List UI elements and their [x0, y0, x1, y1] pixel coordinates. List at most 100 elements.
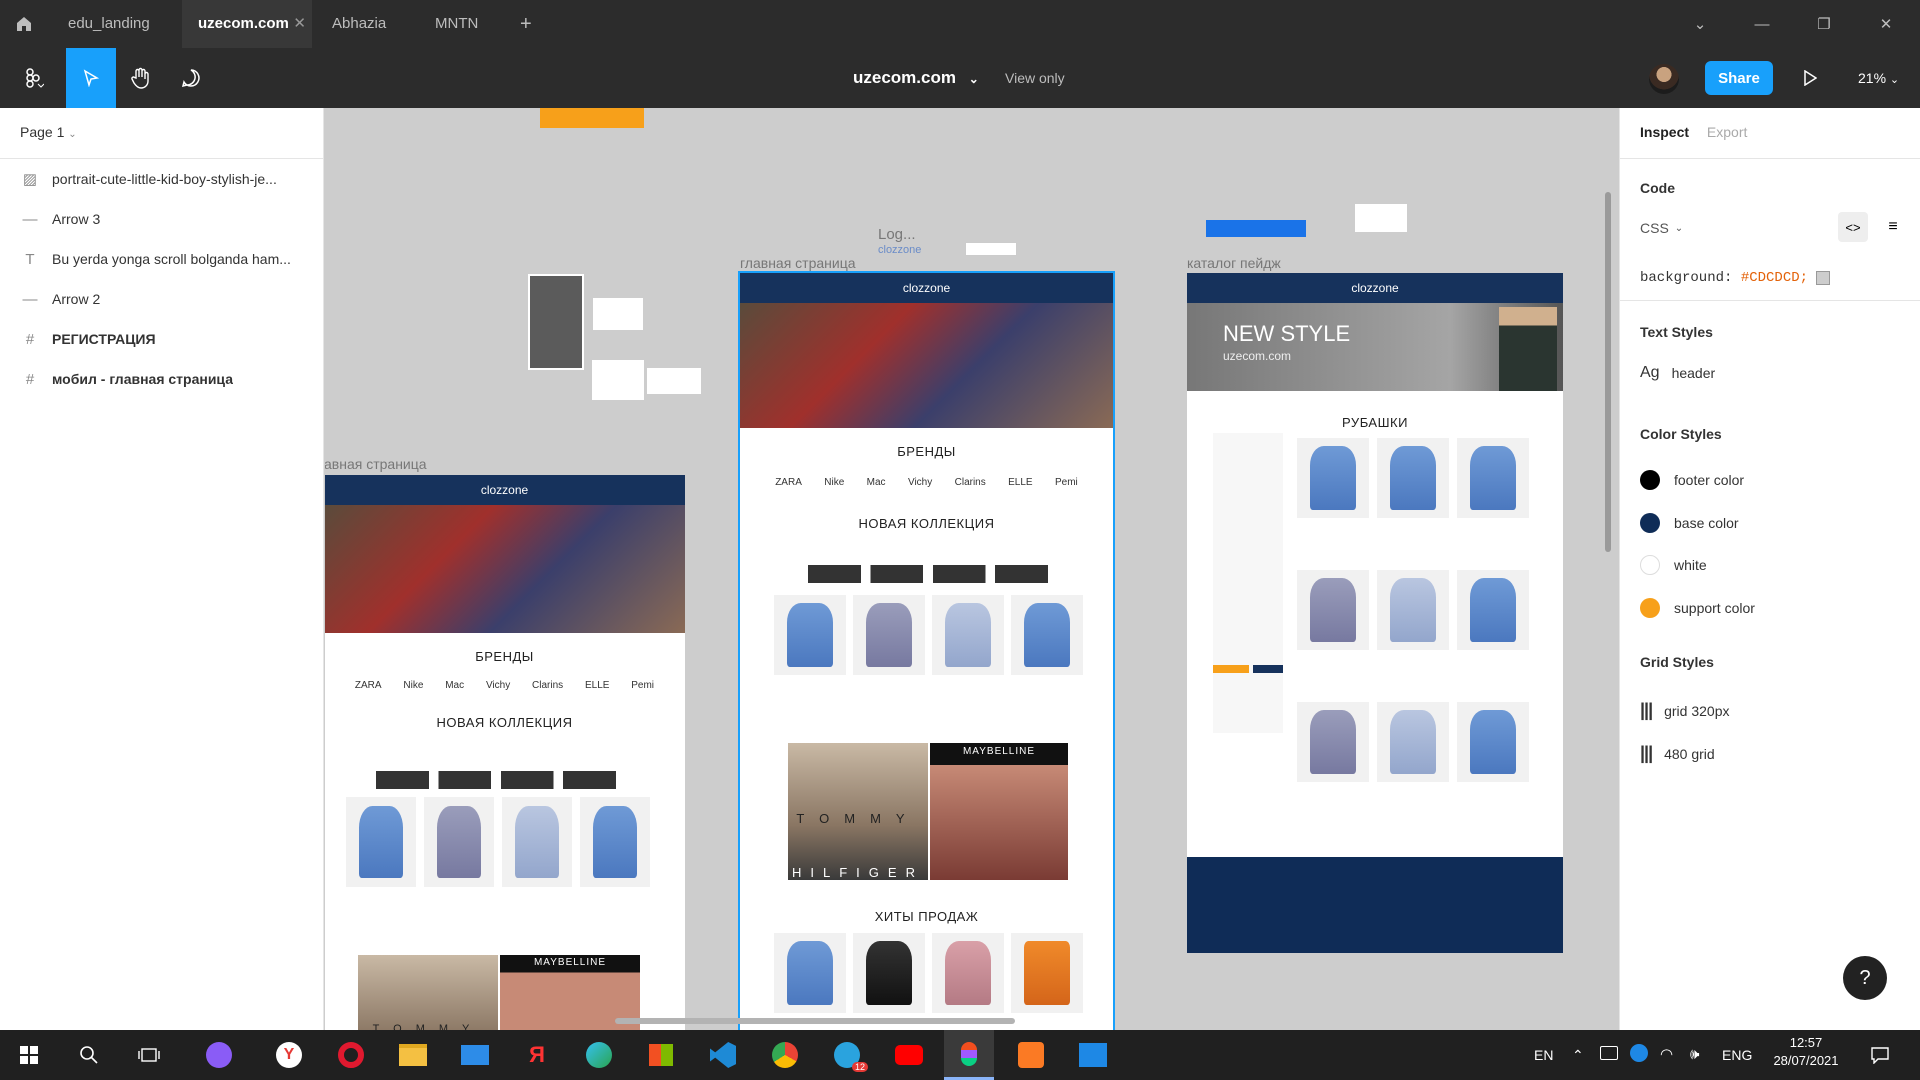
youtube-icon[interactable]	[884, 1030, 934, 1080]
home-icon[interactable]	[0, 0, 48, 48]
volume-icon[interactable]: 🕪	[1690, 1030, 1699, 1080]
product-card[interactable]	[1297, 702, 1369, 782]
color-style-item[interactable]: support color	[1640, 598, 1755, 618]
tab-mntn[interactable]: MNTN	[435, 0, 505, 48]
layer-item[interactable]: T Bu yerda yonga scroll bolganda ham...	[0, 239, 323, 279]
tab-uzecom[interactable]: uzecom.com ✕	[182, 0, 312, 48]
menu-mock[interactable]	[593, 298, 643, 330]
layer-item[interactable]: — Arrow 2	[0, 279, 323, 319]
product-card[interactable]	[932, 933, 1004, 1013]
move-tool-icon[interactable]	[66, 48, 116, 108]
product-card[interactable]	[580, 797, 650, 887]
orange-rect[interactable]	[540, 108, 644, 128]
dropdown-mock[interactable]	[1355, 204, 1407, 232]
share-button[interactable]: Share	[1705, 61, 1773, 95]
help-button[interactable]: ?	[1843, 956, 1887, 1000]
vscode-icon[interactable]	[698, 1030, 748, 1080]
chevron-up-icon[interactable]: ⌃	[1572, 1030, 1584, 1080]
product-card[interactable]	[853, 595, 925, 675]
input-language-short[interactable]: EN	[1534, 1030, 1553, 1080]
search-mock[interactable]	[965, 242, 1017, 256]
task-view-icon[interactable]	[124, 1030, 174, 1080]
edge-icon[interactable]	[574, 1030, 624, 1080]
alice-icon[interactable]	[194, 1030, 244, 1080]
page-selector[interactable]: Page 1 ⌄	[20, 124, 77, 140]
tab-edu-landing[interactable]: edu_landing	[62, 0, 172, 48]
search-icon[interactable]	[64, 1030, 114, 1080]
blue-rect[interactable]	[1206, 220, 1306, 237]
product-card[interactable]	[1297, 570, 1369, 650]
mail-icon[interactable]	[450, 1030, 500, 1080]
vertical-scrollbar[interactable]	[1605, 192, 1611, 552]
frame-main-page-center[interactable]: clozzone БРЕНДЫ ZARA Nike Mac Vichy Clar…	[738, 271, 1115, 1030]
product-card[interactable]	[1011, 933, 1083, 1013]
input-language[interactable]: ENG	[1722, 1030, 1752, 1080]
design-canvas[interactable]: Log... clozzone авная страница главная с…	[325, 108, 1619, 1030]
avatar[interactable]	[1649, 64, 1679, 94]
layer-item[interactable]: # мобил - главная страница	[0, 359, 233, 399]
layer-item[interactable]: — Arrow 3	[0, 199, 323, 239]
menu-mock[interactable]	[647, 368, 701, 394]
color-style-item[interactable]: footer color	[1640, 470, 1744, 490]
grid-style-item[interactable]: ||| 480 grid	[1640, 743, 1715, 764]
product-card[interactable]	[1377, 438, 1449, 518]
product-card[interactable]	[1377, 702, 1449, 782]
minimize-icon[interactable]: —	[1732, 0, 1792, 48]
product-card[interactable]	[502, 797, 572, 887]
text-style-item[interactable]: Ag header	[1640, 364, 1715, 382]
phone-mock[interactable]	[528, 274, 584, 370]
chrome-icon[interactable]	[760, 1030, 810, 1080]
product-card[interactable]	[1457, 702, 1529, 782]
windows-start-icon[interactable]	[4, 1030, 54, 1080]
close-window-icon[interactable]: ✕	[1856, 0, 1916, 48]
tab-inspect[interactable]: Inspect	[1640, 124, 1689, 140]
battery-icon[interactable]	[1600, 1046, 1618, 1060]
figma-menu-icon[interactable]	[0, 48, 66, 108]
horizontal-scrollbar[interactable]	[615, 1018, 1015, 1024]
store-icon[interactable]	[636, 1030, 686, 1080]
product-card[interactable]	[1457, 570, 1529, 650]
telegram-icon[interactable]: 12	[822, 1030, 872, 1080]
product-card[interactable]	[346, 797, 416, 887]
comment-tool-icon[interactable]	[166, 48, 216, 108]
code-language-select[interactable]: CSS ⌄	[1640, 220, 1683, 236]
tab-abhazia[interactable]: Abhazia	[332, 0, 422, 48]
network-icon[interactable]	[1630, 1044, 1648, 1062]
wifi-icon[interactable]: ◠	[1660, 1030, 1673, 1080]
reset-filter-button[interactable]	[1253, 665, 1283, 673]
figma-app-icon[interactable]	[944, 1030, 994, 1080]
product-card[interactable]	[774, 933, 846, 1013]
file-name[interactable]: uzecom.com ⌄	[853, 48, 979, 108]
frame-main-page-left[interactable]: clozzone БРЕНДЫ ZARA Nike Mac Vichy Clar…	[325, 475, 685, 1030]
close-tab-icon[interactable]: ✕	[293, 0, 306, 48]
product-card[interactable]	[1377, 570, 1449, 650]
frame-catalog-page[interactable]: clozzone NEW STYLE uzecom.com РУБАШКИ	[1187, 273, 1563, 953]
media-player-icon[interactable]	[1068, 1030, 1118, 1080]
menu-mock[interactable]	[592, 360, 644, 400]
hand-tool-icon[interactable]	[116, 48, 166, 108]
apply-filter-button[interactable]	[1213, 665, 1249, 673]
code-view-icon[interactable]: <>	[1838, 212, 1868, 242]
opera-icon[interactable]	[326, 1030, 376, 1080]
xampp-icon[interactable]	[1006, 1030, 1056, 1080]
grid-style-item[interactable]: ||| grid 320px	[1640, 700, 1730, 721]
product-card[interactable]	[1297, 438, 1369, 518]
product-card[interactable]	[774, 595, 846, 675]
restore-icon[interactable]: ❐	[1794, 0, 1854, 48]
product-card[interactable]	[853, 933, 925, 1013]
chevron-down-icon[interactable]: ⌄	[1670, 0, 1730, 48]
new-tab-icon[interactable]: +	[520, 0, 540, 48]
list-view-icon[interactable]: ≡	[1878, 212, 1908, 242]
catalog-filters[interactable]	[1213, 433, 1283, 733]
file-explorer-icon[interactable]	[388, 1030, 438, 1080]
tab-export[interactable]: Export	[1707, 124, 1747, 140]
color-style-item[interactable]: white	[1640, 555, 1707, 575]
notifications-icon[interactable]	[1855, 1030, 1905, 1080]
yandex-icon[interactable]: Я	[512, 1030, 562, 1080]
present-play-icon[interactable]	[1790, 48, 1830, 108]
layer-item[interactable]: ▨ portrait-cute-little-kid-boy-stylish-je…	[0, 159, 323, 199]
yandex-browser-icon[interactable]: Y	[264, 1030, 314, 1080]
product-card[interactable]	[932, 595, 1004, 675]
color-style-item[interactable]: base color	[1640, 513, 1739, 533]
product-card[interactable]	[424, 797, 494, 887]
